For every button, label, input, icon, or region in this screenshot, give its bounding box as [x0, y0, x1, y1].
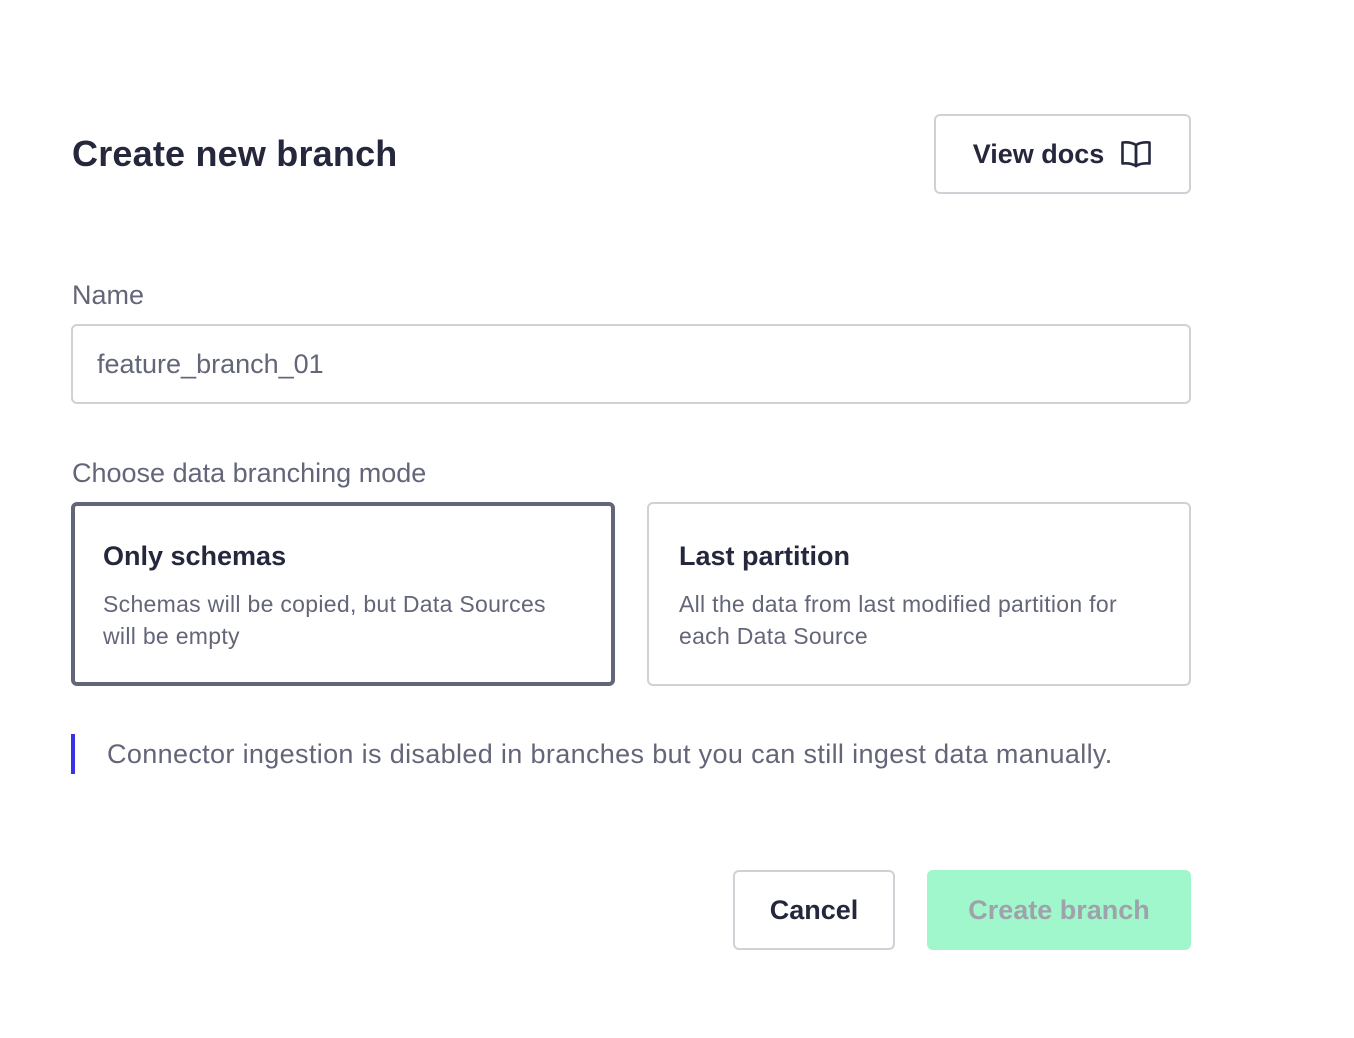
view-docs-label: View docs: [972, 138, 1105, 169]
mode-option-title: Only schemas: [103, 541, 287, 571]
cancel-button[interactable]: Cancel: [733, 870, 895, 950]
mode-option-last-partition[interactable]: Last partition All the data from last mo…: [647, 502, 1191, 686]
name-field-label: Name: [72, 280, 145, 310]
mode-option-only-schemas[interactable]: Only schemas Schemas will be copied, but…: [71, 502, 615, 686]
view-docs-button[interactable]: View docs: [934, 114, 1191, 194]
book-open-icon: [1120, 139, 1152, 169]
mode-option-description: All the data from last modified partitio…: [679, 591, 1117, 649]
branch-name-input[interactable]: [71, 324, 1191, 404]
dialog-title: Create new branch: [72, 133, 398, 174]
create-branch-dialog: Create new branch View docs Name Choose …: [0, 0, 1354, 1038]
mode-option-title: Last partition: [679, 541, 851, 571]
notice-accent-bar: [71, 734, 75, 774]
ingestion-notice: Connector ingestion is disabled in branc…: [71, 734, 1113, 774]
notice-text: Connector ingestion is disabled in branc…: [107, 738, 1113, 769]
create-branch-button[interactable]: Create branch: [927, 870, 1191, 950]
mode-option-description: Schemas will be copied, but Data Sources…: [103, 591, 546, 649]
mode-field-label: Choose data branching mode: [72, 458, 427, 488]
